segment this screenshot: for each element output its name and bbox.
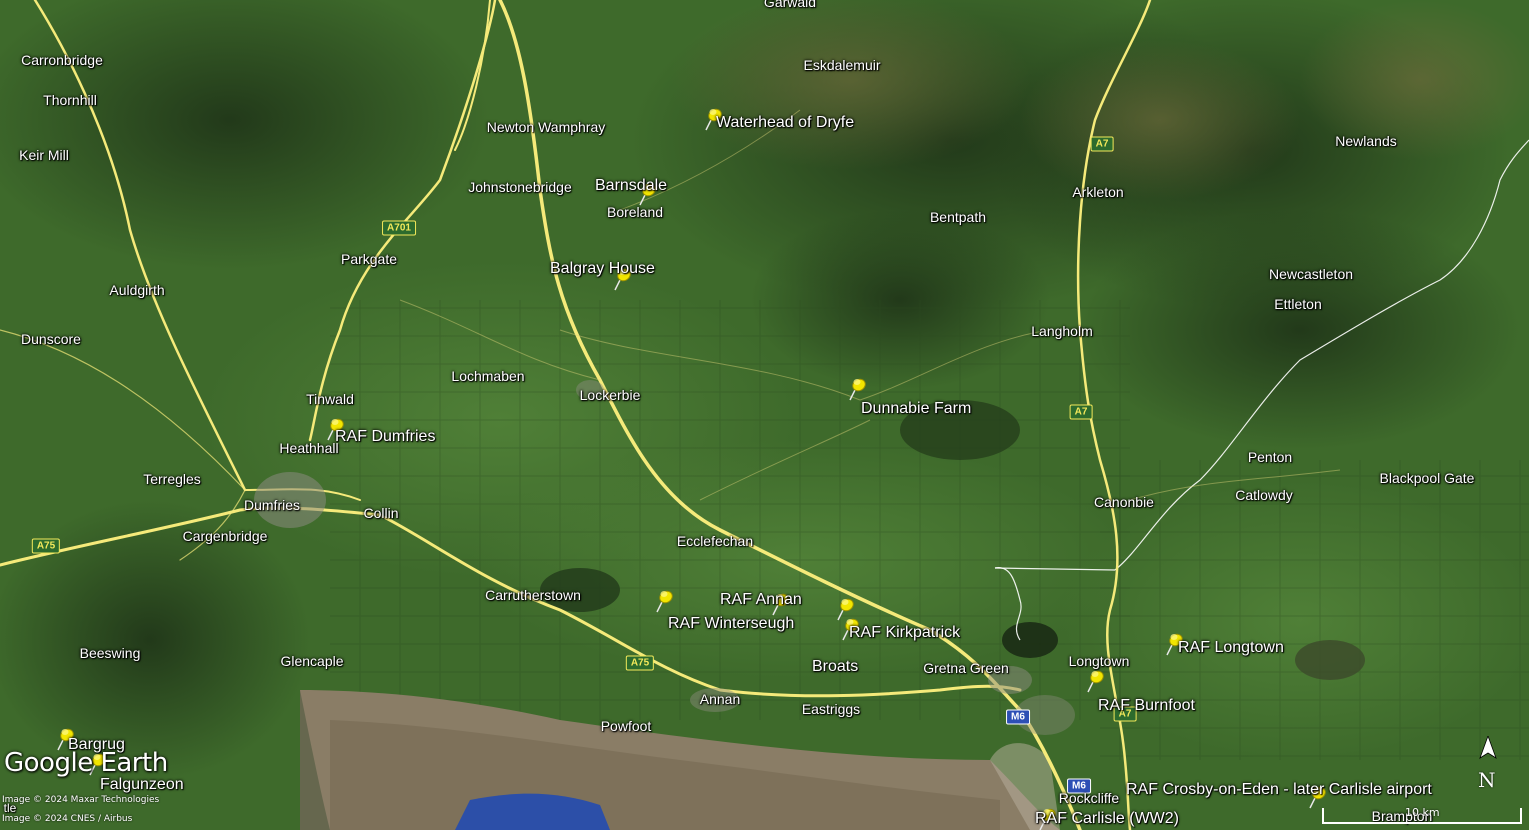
imagery-credit: Image © 2024 CNES / Airbus xyxy=(2,814,133,824)
placemark-label[interactable]: RAF Annan xyxy=(720,591,802,609)
road-shield-a75: A75 xyxy=(31,538,61,554)
placemark-label[interactable]: RAF Burnfoot xyxy=(1098,697,1195,715)
scale-bar-label: 10 km xyxy=(1405,806,1440,819)
road-shield-a701: A701 xyxy=(382,220,416,236)
placemark-label[interactable]: Waterhead of Dryfe xyxy=(716,114,854,132)
placemark-label[interactable]: Barnsdale xyxy=(595,177,667,195)
placemark-pin-icon[interactable] xyxy=(1082,668,1108,694)
road-shield-m6: M6 xyxy=(1006,709,1030,725)
placemark-label[interactable]: RAF Dumfries xyxy=(335,428,435,446)
placemark-label[interactable]: RAF Carlisle (WW2) xyxy=(1035,810,1179,828)
road-shield-a7: A7 xyxy=(1090,136,1114,152)
placemark-label[interactable]: RAF Crosby-on-Eden - later Carlisle airp… xyxy=(1126,781,1432,799)
placemark-pin-icon[interactable] xyxy=(651,588,677,614)
placemark-pin-icon[interactable] xyxy=(844,376,870,402)
map-viewport[interactable]: A701 A7 A7 A7 A75 A75 M6 M6 Garwald Carr… xyxy=(0,0,1529,830)
google-earth-logo: Google Earth xyxy=(4,748,168,778)
road-shield-a75: A75 xyxy=(625,655,655,671)
imagery-credit: Image © 2024 Maxar Technologies xyxy=(2,795,160,805)
placemark-label[interactable]: RAF Longtown xyxy=(1178,639,1284,657)
placemark-label[interactable]: Dunnabie Farm xyxy=(861,400,971,418)
placemark-label[interactable]: Broats xyxy=(812,658,858,676)
placemark-label[interactable]: Falgunzeon xyxy=(100,776,184,794)
placemark-label[interactable]: RAF Kirkpatrick xyxy=(849,624,960,642)
road-shield-m6: M6 xyxy=(1067,778,1091,794)
road-shield-a7: A7 xyxy=(1069,404,1093,420)
placemark-label[interactable]: RAF Winterseugh xyxy=(668,615,794,633)
compass-north-label[interactable]: N xyxy=(1478,768,1496,792)
placemark-label[interactable]: Balgray House xyxy=(550,260,655,278)
